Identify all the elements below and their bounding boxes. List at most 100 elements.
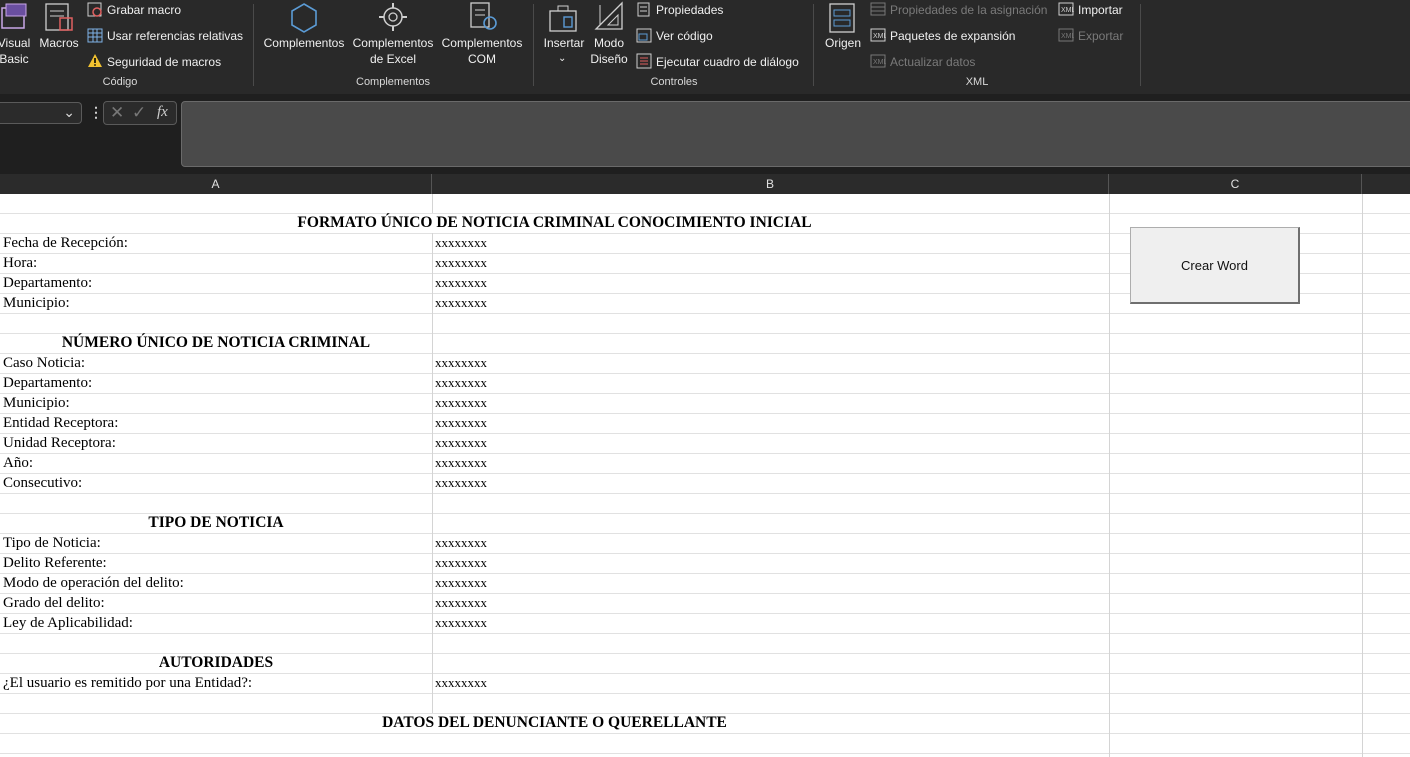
- section-header[interactable]: DATOS DEL DENUNCIANTE O QUERELLANTE: [0, 713, 1109, 733]
- name-box[interactable]: ⌄: [0, 102, 82, 124]
- export-button[interactable]: Exportar: [1078, 29, 1123, 43]
- xml-source-button[interactable]: Origen: [822, 35, 864, 51]
- column-gridline: [432, 353, 433, 373]
- column-gridline: [432, 673, 433, 693]
- section-header[interactable]: FORMATO ÚNICO DE NOTICIA CRIMINAL CONOCI…: [0, 213, 1109, 233]
- cell-label[interactable]: Municipio:: [3, 293, 70, 313]
- view-code-button[interactable]: Ver código: [656, 29, 713, 43]
- row-gridline: [0, 393, 1410, 394]
- row-gridline: [0, 693, 1410, 694]
- row-gridline: [0, 413, 1410, 414]
- macro-security-button[interactable]: Seguridad de macros: [107, 55, 221, 69]
- cell-value[interactable]: xxxxxxxx: [435, 553, 487, 573]
- cell-value[interactable]: xxxxxxxx: [435, 413, 487, 433]
- com-addins-button[interactable]: Complementos COM: [438, 35, 526, 67]
- column-gridline: [1362, 194, 1363, 757]
- cell-value[interactable]: xxxxxxxx: [435, 533, 487, 553]
- excel-addins-button[interactable]: Complementos de Excel: [349, 35, 437, 67]
- cell-label[interactable]: Hora:: [3, 253, 37, 273]
- column-header-b[interactable]: B: [432, 174, 1109, 194]
- cancel-icon[interactable]: ✕: [110, 103, 124, 123]
- cell-label[interactable]: Grado del delito:: [3, 593, 105, 613]
- cell-value[interactable]: xxxxxxxx: [435, 233, 487, 253]
- chevron-down-icon[interactable]: ⌄: [558, 52, 566, 66]
- cell-value[interactable]: xxxxxxxx: [435, 433, 487, 453]
- cell-label[interactable]: Modo de operación del delito:: [3, 573, 184, 593]
- formula-input[interactable]: [181, 101, 1410, 167]
- row-gridline: [0, 593, 1410, 594]
- more-options-icon[interactable]: ⋮: [89, 104, 103, 121]
- run-dialog-button[interactable]: Ejecutar cuadro de diálogo: [656, 55, 799, 69]
- expansion-packs-button[interactable]: Paquetes de expansión: [890, 29, 1015, 43]
- cell-label[interactable]: Tipo de Noticia:: [3, 533, 101, 553]
- xml-source-icon: [828, 2, 858, 37]
- column-header-a[interactable]: A: [0, 174, 432, 194]
- cell-label[interactable]: Caso Noticia:: [3, 353, 85, 373]
- formula-bar: ⌄ ⋮ ✕ ✓ fx: [0, 94, 1410, 174]
- relative-references-button[interactable]: Usar referencias relativas: [107, 29, 243, 43]
- cell-value[interactable]: xxxxxxxx: [435, 373, 487, 393]
- column-gridline: [432, 573, 433, 593]
- cell-label[interactable]: Delito Referente:: [3, 553, 107, 573]
- column-gridline: [432, 194, 433, 213]
- cell-value[interactable]: xxxxxxxx: [435, 613, 487, 633]
- refresh-data-icon: XML: [870, 54, 888, 71]
- cell-label[interactable]: Departamento:: [3, 273, 92, 293]
- visual-basic-button[interactable]: Visual Basic: [0, 35, 32, 67]
- cell-value[interactable]: xxxxxxxx: [435, 293, 487, 313]
- insert-control-button[interactable]: Insertar: [540, 35, 588, 51]
- cell-label[interactable]: Unidad Receptora:: [3, 433, 116, 453]
- cell-label[interactable]: Municipio:: [3, 393, 70, 413]
- import-icon: XML: [1058, 2, 1076, 19]
- group-label-complementos: Complementos: [356, 76, 430, 88]
- section-header[interactable]: NÚMERO ÚNICO DE NOTICIA CRIMINAL: [0, 333, 432, 353]
- macros-button[interactable]: Macros: [38, 35, 80, 51]
- section-header[interactable]: TIPO DE NOTICIA: [0, 513, 432, 533]
- properties-button[interactable]: Propiedades: [656, 3, 723, 17]
- cell-value[interactable]: xxxxxxxx: [435, 453, 487, 473]
- cell-value[interactable]: xxxxxxxx: [435, 393, 487, 413]
- record-macro-button[interactable]: Grabar macro: [107, 3, 181, 17]
- row-gridline: [0, 453, 1410, 454]
- column-header-c[interactable]: C: [1109, 174, 1362, 194]
- cell-value[interactable]: xxxxxxxx: [435, 573, 487, 593]
- cell-label[interactable]: Consecutivo:: [3, 473, 82, 493]
- enter-icon[interactable]: ✓: [132, 103, 146, 123]
- cell-label[interactable]: Departamento:: [3, 373, 92, 393]
- map-properties-button[interactable]: Propiedades de la asignación: [890, 3, 1047, 17]
- chevron-down-icon[interactable]: ⌄: [63, 104, 75, 121]
- row-gridline: [0, 473, 1410, 474]
- column-gridline: [432, 333, 433, 353]
- cell-value[interactable]: xxxxxxxx: [435, 473, 487, 493]
- cell-label[interactable]: ¿El usuario es remitido por una Entidad?…: [3, 673, 252, 693]
- svg-text:XML: XML: [873, 33, 886, 40]
- addins-button[interactable]: Complementos: [262, 35, 346, 51]
- row-gridline: [0, 613, 1410, 614]
- import-button[interactable]: Importar: [1078, 3, 1123, 17]
- column-gridline: [432, 473, 433, 493]
- cell-value[interactable]: xxxxxxxx: [435, 353, 487, 373]
- warning-icon: [87, 53, 103, 72]
- cell-value[interactable]: xxxxxxxx: [435, 593, 487, 613]
- gear-icon: [377, 1, 409, 36]
- column-header-d[interactable]: [1362, 174, 1410, 194]
- cell-label[interactable]: Fecha de Recepción:: [3, 233, 128, 253]
- refresh-data-button[interactable]: Actualizar datos: [890, 55, 975, 69]
- cell-label[interactable]: Año:: [3, 453, 33, 473]
- column-gridline: [432, 553, 433, 573]
- column-gridline: [432, 593, 433, 613]
- cell-value[interactable]: xxxxxxxx: [435, 273, 487, 293]
- design-mode-button[interactable]: Modo Diseño: [588, 35, 630, 67]
- insert-function-icon[interactable]: fx: [157, 104, 168, 121]
- section-header[interactable]: AUTORIDADES: [0, 653, 432, 673]
- column-gridline: [432, 693, 433, 713]
- export-icon: XML: [1058, 28, 1076, 45]
- crear-word-button[interactable]: Crear Word: [1130, 227, 1300, 304]
- cell-value[interactable]: xxxxxxxx: [435, 673, 487, 693]
- cell-value[interactable]: xxxxxxxx: [435, 253, 487, 273]
- cell-label[interactable]: Ley de Aplicabilidad:: [3, 613, 133, 633]
- view-code-icon: [636, 28, 652, 47]
- cell-label[interactable]: Entidad Receptora:: [3, 413, 118, 433]
- row-gridline: [0, 573, 1410, 574]
- ribbon-separator: [1140, 4, 1141, 86]
